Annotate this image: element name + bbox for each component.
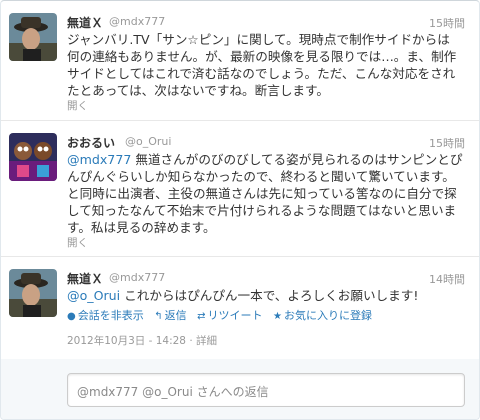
tweet-text-line: して知ったなんて不始末で片付けられるような問題てはないと思いま bbox=[67, 203, 457, 218]
tweet-text-line: す。私は見るの辞めます。 bbox=[67, 220, 216, 235]
star-icon: ★ bbox=[273, 311, 282, 322]
tweet-text-line: ジャンバリ.TV「サン☆ピン」に関して。現時点で制作サイドからは bbox=[67, 32, 450, 47]
tweet-3-expanded[interactable]: 無道Ｘ @mdx777 14時間 @o_Orui これからはぴんぴん一本で、よろ… bbox=[1, 257, 479, 359]
hide-conversation-button[interactable]: ● 会話を非表示 bbox=[67, 309, 144, 322]
retweet-label: リツイート bbox=[207, 309, 263, 322]
avatar-mdx777[interactable] bbox=[9, 13, 57, 61]
reply-label: 返信 bbox=[164, 309, 187, 322]
reply-input[interactable]: @mdx777 @o_Orui さんへの返信 bbox=[67, 373, 465, 407]
tweet-timestamp[interactable]: 2012年10月3日 - 14:28 bbox=[67, 335, 186, 347]
reply-arrow-icon: ↰ bbox=[154, 311, 163, 322]
mention-link[interactable]: @mdx777 bbox=[67, 152, 131, 167]
tweet-text-line: んぴんぐらいしか知らなかったので、終わると聞いて驚いています。 bbox=[67, 169, 455, 184]
avatar-image bbox=[9, 133, 57, 181]
tweet-time[interactable]: 14時間 bbox=[429, 271, 465, 287]
tweet-text-line: 何の連絡もありません。が、最新の映像を見る限りでは…。ま、制作 bbox=[67, 49, 457, 64]
avatar-image bbox=[9, 269, 57, 317]
tweet-text-line: サイドとしてはこれで済む話なのでしょう。ただ、こんな対応をされ bbox=[67, 66, 456, 81]
tweet-time[interactable]: 15時間 bbox=[429, 15, 465, 31]
tweet-text: ジャンバリ.TV「サン☆ピン」に関して。現時点で制作サイドからは 何の連絡もあり… bbox=[67, 31, 465, 99]
tweet-2[interactable]: おおるい @o_Orui 15時間 @mdx777 無道さんがのびのびしてる姿が… bbox=[1, 121, 479, 257]
tweet-1[interactable]: 無道Ｘ @mdx777 15時間 ジャンバリ.TV「サン☆ピン」に関して。現時点… bbox=[1, 1, 479, 121]
author-handle[interactable]: @mdx777 bbox=[109, 271, 165, 284]
tweet-meta: 2012年10月3日 - 14:28 · 詳細 bbox=[67, 333, 217, 348]
retweet-button[interactable]: ⇄ リツイート bbox=[197, 309, 262, 322]
conversation-panel: 無道Ｘ @mdx777 15時間 ジャンバリ.TV「サン☆ピン」に関して。現時点… bbox=[0, 0, 480, 420]
favorite-button[interactable]: ★ お気に入りに登録 bbox=[273, 309, 372, 322]
tweet-text: @mdx777 無道さんがのびのびしてる姿が見られるのはサンピンとぴ んぴんぐら… bbox=[67, 151, 465, 236]
tweet-text: @o_Orui これからはぴんぴん一本で、よろしくお願いします! bbox=[67, 287, 465, 304]
avatar-o-orui[interactable] bbox=[9, 133, 57, 181]
hide-conversation-label: 会話を非表示 bbox=[77, 309, 144, 322]
author-name[interactable]: 無道Ｘ bbox=[67, 14, 103, 31]
avatar-image bbox=[9, 13, 57, 61]
author-handle[interactable]: @o_Orui bbox=[125, 135, 171, 148]
tweet-text-line: たとあっては、次はないですね。断言します。 bbox=[67, 83, 329, 98]
author-handle[interactable]: @mdx777 bbox=[109, 15, 165, 28]
expand-link[interactable]: 開く bbox=[67, 98, 88, 113]
avatar-mdx777[interactable] bbox=[9, 269, 57, 317]
favorite-label: お気に入りに登録 bbox=[283, 309, 372, 322]
tweet-text-line: 無道さんがのびのびしてる姿が見られるのはサンピンとぴ bbox=[131, 152, 463, 167]
author-name[interactable]: 無道Ｘ bbox=[67, 270, 103, 287]
reply-placeholder: @mdx777 @o_Orui さんへの返信 bbox=[77, 385, 269, 399]
tweet-time[interactable]: 15時間 bbox=[429, 135, 465, 151]
tweet-text-line: と同時に出演者、主役の無道さんは先に知っている筈なのに自分で探 bbox=[67, 186, 457, 201]
mention-link[interactable]: @o_Orui bbox=[67, 288, 120, 303]
expand-link[interactable]: 開く bbox=[67, 235, 88, 250]
retweet-icon: ⇄ bbox=[197, 311, 206, 322]
speech-bubble-icon: ● bbox=[67, 311, 76, 322]
author-name[interactable]: おおるい bbox=[67, 134, 115, 151]
tweet-text-line: これからはぴんぴん一本で、よろしくお願いします! bbox=[120, 288, 419, 303]
tweet-actions: ● 会話を非表示 ↰ 返信 ⇄ リツイート ★ お気に入りに登録 bbox=[67, 307, 379, 323]
reply-button[interactable]: ↰ 返信 bbox=[154, 309, 186, 322]
detail-link[interactable]: 詳細 bbox=[196, 335, 217, 347]
